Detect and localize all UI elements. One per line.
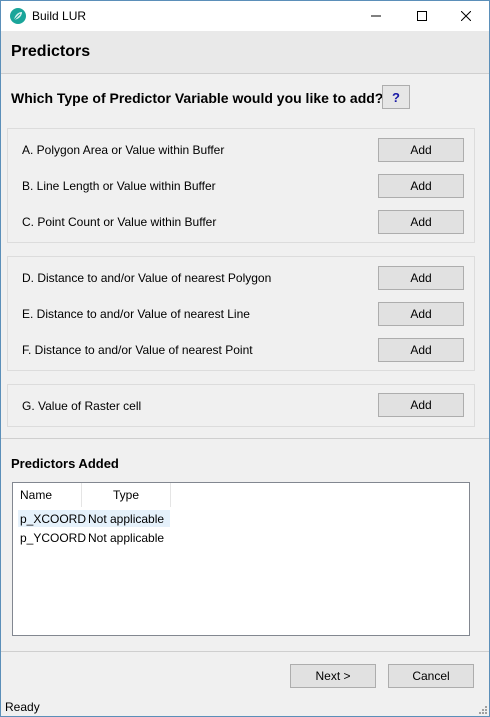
cancel-button[interactable]: Cancel: [388, 664, 474, 688]
add-line-buffer-button[interactable]: Add: [378, 174, 464, 198]
minimize-button[interactable]: [353, 1, 399, 31]
option-label-d: D. Distance to and/or Value of nearest P…: [22, 271, 272, 285]
resize-grip-icon[interactable]: [477, 704, 487, 714]
close-button[interactable]: [443, 1, 489, 31]
build-lur-window: Build LUR Predictors Which Type of Predi…: [0, 0, 490, 717]
add-nearest-point-button[interactable]: Add: [378, 338, 464, 362]
window-title: Build LUR: [32, 9, 87, 23]
option-label-e: E. Distance to and/or Value of nearest L…: [22, 307, 250, 321]
row-name-cell: p_XCOORD: [20, 512, 87, 526]
column-header-type[interactable]: Type: [82, 483, 171, 507]
title-bar[interactable]: Build LUR: [1, 1, 489, 31]
option-label-a: A. Polygon Area or Value within Buffer: [22, 143, 225, 157]
predictors-list[interactable]: Name Type p_XCOORD Not applicable p_YCOO…: [12, 482, 470, 636]
row-name-cell: p_YCOORD: [20, 531, 87, 545]
status-text: Ready: [5, 700, 40, 714]
add-point-buffer-button[interactable]: Add: [378, 210, 464, 234]
section-divider: [1, 438, 489, 439]
app-leaf-icon: [10, 8, 26, 24]
maximize-icon: [417, 11, 427, 21]
predictor-type-question: Which Type of Predictor Variable would y…: [11, 90, 384, 106]
page-header: Predictors: [1, 31, 489, 74]
option-label-f: F. Distance to and/or Value of nearest P…: [22, 343, 253, 357]
row-type-cell: Not applicable: [88, 531, 165, 545]
add-nearest-polygon-button[interactable]: Add: [378, 266, 464, 290]
column-header-name[interactable]: Name: [13, 483, 82, 507]
footer-divider: [1, 651, 489, 652]
option-label-b: B. Line Length or Value within Buffer: [22, 179, 216, 193]
predictors-added-title: Predictors Added: [11, 456, 119, 471]
add-raster-cell-button[interactable]: Add: [378, 393, 464, 417]
maximize-button[interactable]: [399, 1, 445, 31]
status-bar: Ready: [1, 698, 489, 716]
row-type-cell: Not applicable: [88, 512, 165, 526]
page-title: Predictors: [11, 43, 91, 60]
buffer-predictors-group: A. Polygon Area or Value within Buffer A…: [7, 128, 475, 243]
next-button[interactable]: Next >: [290, 664, 376, 688]
add-polygon-buffer-button[interactable]: Add: [378, 138, 464, 162]
help-button[interactable]: ?: [382, 85, 410, 109]
close-icon: [461, 11, 471, 21]
minimize-icon: [371, 15, 381, 17]
option-label-g: G. Value of Raster cell: [22, 399, 142, 413]
option-label-c: C. Point Count or Value within Buffer: [22, 215, 217, 229]
nearest-predictors-group: D. Distance to and/or Value of nearest P…: [7, 256, 475, 371]
raster-predictors-group: G. Value of Raster cell Add: [7, 384, 475, 427]
add-nearest-line-button[interactable]: Add: [378, 302, 464, 326]
